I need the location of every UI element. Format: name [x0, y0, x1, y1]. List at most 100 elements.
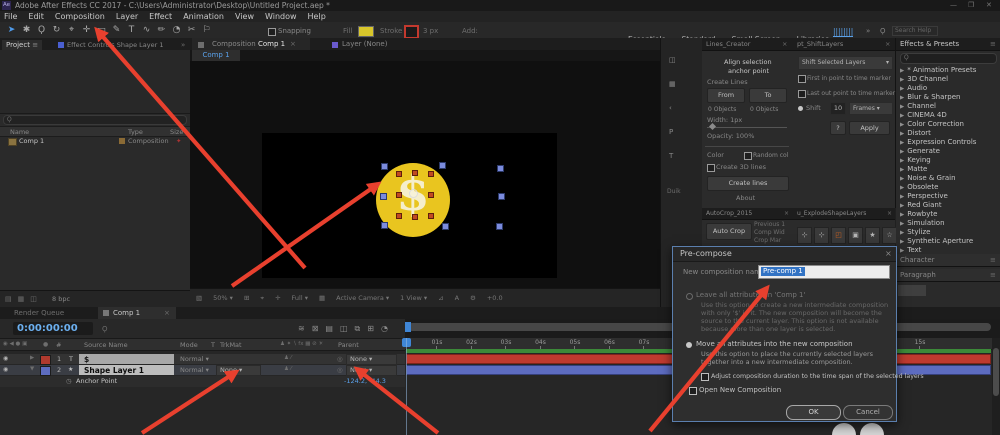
- twirl-icon[interactable]: ▶: [900, 239, 904, 245]
- viewer-control[interactable]: ▦: [319, 294, 325, 302]
- anchor-point-value[interactable]: -124.2, -44.3: [344, 377, 386, 385]
- project-footer-icons[interactable]: ▤▦◫: [5, 295, 43, 303]
- width-slider-knob[interactable]: [708, 122, 717, 131]
- random-color-checkbox[interactable]: [744, 152, 752, 160]
- menu-item-view[interactable]: View: [235, 12, 254, 21]
- create-3d-checkbox[interactable]: [707, 164, 715, 172]
- viewer-control[interactable]: Full ▾: [292, 294, 308, 302]
- anchor-point-marker[interactable]: [409, 189, 418, 198]
- explode-tool-button-3[interactable]: ▣: [848, 227, 863, 244]
- comp-canvas[interactable]: $: [262, 133, 557, 278]
- tool-2[interactable]: Ϙ: [34, 25, 49, 36]
- eye-icon[interactable]: ◉: [3, 366, 8, 373]
- twirl-icon[interactable]: ▶: [900, 140, 904, 146]
- close-icon[interactable]: ×: [887, 210, 892, 217]
- close-icon[interactable]: ×: [784, 210, 789, 217]
- playhead-line[interactable]: [406, 338, 407, 435]
- menu-item-layer[interactable]: Layer: [116, 12, 138, 21]
- comp-tab-close-icon[interactable]: ×: [290, 40, 296, 48]
- tool-4[interactable]: ⌖: [64, 25, 79, 36]
- effects-category[interactable]: ▶ Expression Controls: [896, 138, 1000, 147]
- menu-item-edit[interactable]: Edit: [28, 12, 44, 21]
- twirl-icon[interactable]: ▼: [30, 366, 34, 372]
- parent-dropdown[interactable]: None ▾: [346, 354, 397, 365]
- pickwhip-icon[interactable]: ◎: [337, 366, 343, 374]
- partial-panel-tab[interactable]: [898, 285, 926, 296]
- workspace-tab-active[interactable]: ||||||||: [833, 27, 854, 37]
- inner-handle[interactable]: [412, 170, 418, 176]
- adjust-duration-checkbox[interactable]: [701, 373, 709, 381]
- project-bpc-label[interactable]: 8 bpc: [52, 295, 70, 303]
- tab-comp-timeline[interactable]: Comp 1 ×: [98, 307, 176, 319]
- project-search-input[interactable]: Ϙ: [3, 115, 187, 125]
- move-attributes-radio[interactable]: [686, 342, 692, 348]
- label-color-chip[interactable]: [40, 366, 51, 376]
- tab-render-queue[interactable]: Render Queue: [14, 309, 64, 317]
- twirl-icon[interactable]: ▶: [900, 68, 904, 74]
- effects-category[interactable]: ▶ Generate: [896, 147, 1000, 156]
- align-selection-line1[interactable]: Align selection: [724, 58, 772, 66]
- layer-switches[interactable]: ♟ ⁄: [284, 355, 292, 361]
- viewer-control[interactable]: ⊿: [438, 294, 443, 302]
- twirl-icon[interactable]: ▶: [900, 203, 904, 209]
- tool-6[interactable]: ▭: [94, 25, 109, 36]
- property-row-anchor-point[interactable]: ◷ Anchor Point -124.2, -44.3: [0, 376, 405, 387]
- effects-category[interactable]: ▶ Distort: [896, 129, 1000, 138]
- tool-10[interactable]: ✏: [154, 25, 169, 36]
- selection-handle[interactable]: [496, 223, 503, 230]
- twirl-icon[interactable]: ▶: [900, 149, 904, 155]
- help-button[interactable]: ?: [830, 121, 846, 135]
- dock-icon-0[interactable]: ◫: [669, 56, 676, 64]
- explode-tool-button-0[interactable]: ⊹: [797, 227, 812, 244]
- viewer-control[interactable]: 1 View ▾: [400, 294, 427, 302]
- viewer-control[interactable]: ⊞: [244, 294, 249, 302]
- viewer-control[interactable]: ▧: [196, 294, 202, 302]
- snapping-checkbox[interactable]: [268, 28, 276, 36]
- explode-tool-button-2[interactable]: ◰: [831, 227, 846, 244]
- stroke-color-swatch[interactable]: [404, 25, 419, 39]
- close-icon[interactable]: ×: [885, 40, 890, 48]
- tab-shift-layers[interactable]: pt_ShiftLayers: [797, 40, 843, 48]
- tool-3[interactable]: ↻: [49, 25, 64, 36]
- duik-panel-tab[interactable]: Duik: [667, 188, 681, 195]
- dock-icon-2[interactable]: ‹: [669, 104, 672, 112]
- twirl-icon[interactable]: ▶: [900, 212, 904, 218]
- tool-12[interactable]: ✂: [184, 25, 199, 36]
- pickwhip-icon[interactable]: ◎: [337, 355, 343, 363]
- close-icon[interactable]: ×: [164, 309, 170, 317]
- twirl-icon[interactable]: ▶: [900, 158, 904, 164]
- mode-value[interactable]: Normal ▾: [180, 366, 209, 374]
- composition-name-input[interactable]: Pre-comp 1: [758, 265, 890, 279]
- viewer-control[interactable]: Active Camera ▾: [336, 294, 389, 302]
- scrollbar-thumb[interactable]: [993, 348, 999, 396]
- layer-name-cell[interactable]: $: [79, 354, 174, 364]
- viewer-control[interactable]: ⚙: [470, 294, 476, 302]
- stopwatch-icon[interactable]: ◷: [66, 377, 72, 385]
- dock-icon-4[interactable]: T: [669, 152, 673, 160]
- stroke-width-value[interactable]: 3 px: [423, 27, 438, 35]
- tool-1[interactable]: ✱: [19, 25, 34, 36]
- shift-radio[interactable]: [798, 106, 803, 111]
- cancel-button[interactable]: Cancel: [843, 405, 893, 420]
- viewer-control[interactable]: A: [455, 294, 459, 302]
- search-icon[interactable]: Ϙ: [880, 27, 886, 35]
- navigator-playhead[interactable]: [405, 322, 411, 332]
- inner-handle[interactable]: [428, 171, 434, 177]
- mode-value[interactable]: Normal ▾: [180, 355, 209, 363]
- panel-menu-icon[interactable]: ≡: [32, 41, 38, 49]
- apply-button[interactable]: Apply: [849, 121, 890, 135]
- auto-crop-button[interactable]: Auto Crop: [706, 223, 752, 240]
- timeline-vscrollbar[interactable]: [992, 338, 1000, 435]
- viewer-control[interactable]: ⌖: [260, 294, 264, 302]
- effects-category[interactable]: ▶ Perspective: [896, 192, 1000, 201]
- effects-category[interactable]: ▶ CINEMA 4D: [896, 111, 1000, 120]
- twirl-icon[interactable]: ▶: [900, 113, 904, 119]
- effects-category[interactable]: ▶ Keying: [896, 156, 1000, 165]
- tab-effects-presets[interactable]: Effects & Presets: [900, 40, 959, 48]
- twirl-icon[interactable]: ▶: [900, 104, 904, 110]
- align-selection-line2[interactable]: anchor point: [728, 67, 769, 75]
- dialog-title-bar[interactable]: Pre-compose ×: [673, 247, 896, 262]
- tab-layer[interactable]: Layer (None): [342, 40, 387, 48]
- inner-handle[interactable]: [412, 214, 418, 220]
- twirl-icon[interactable]: ▶: [900, 95, 904, 101]
